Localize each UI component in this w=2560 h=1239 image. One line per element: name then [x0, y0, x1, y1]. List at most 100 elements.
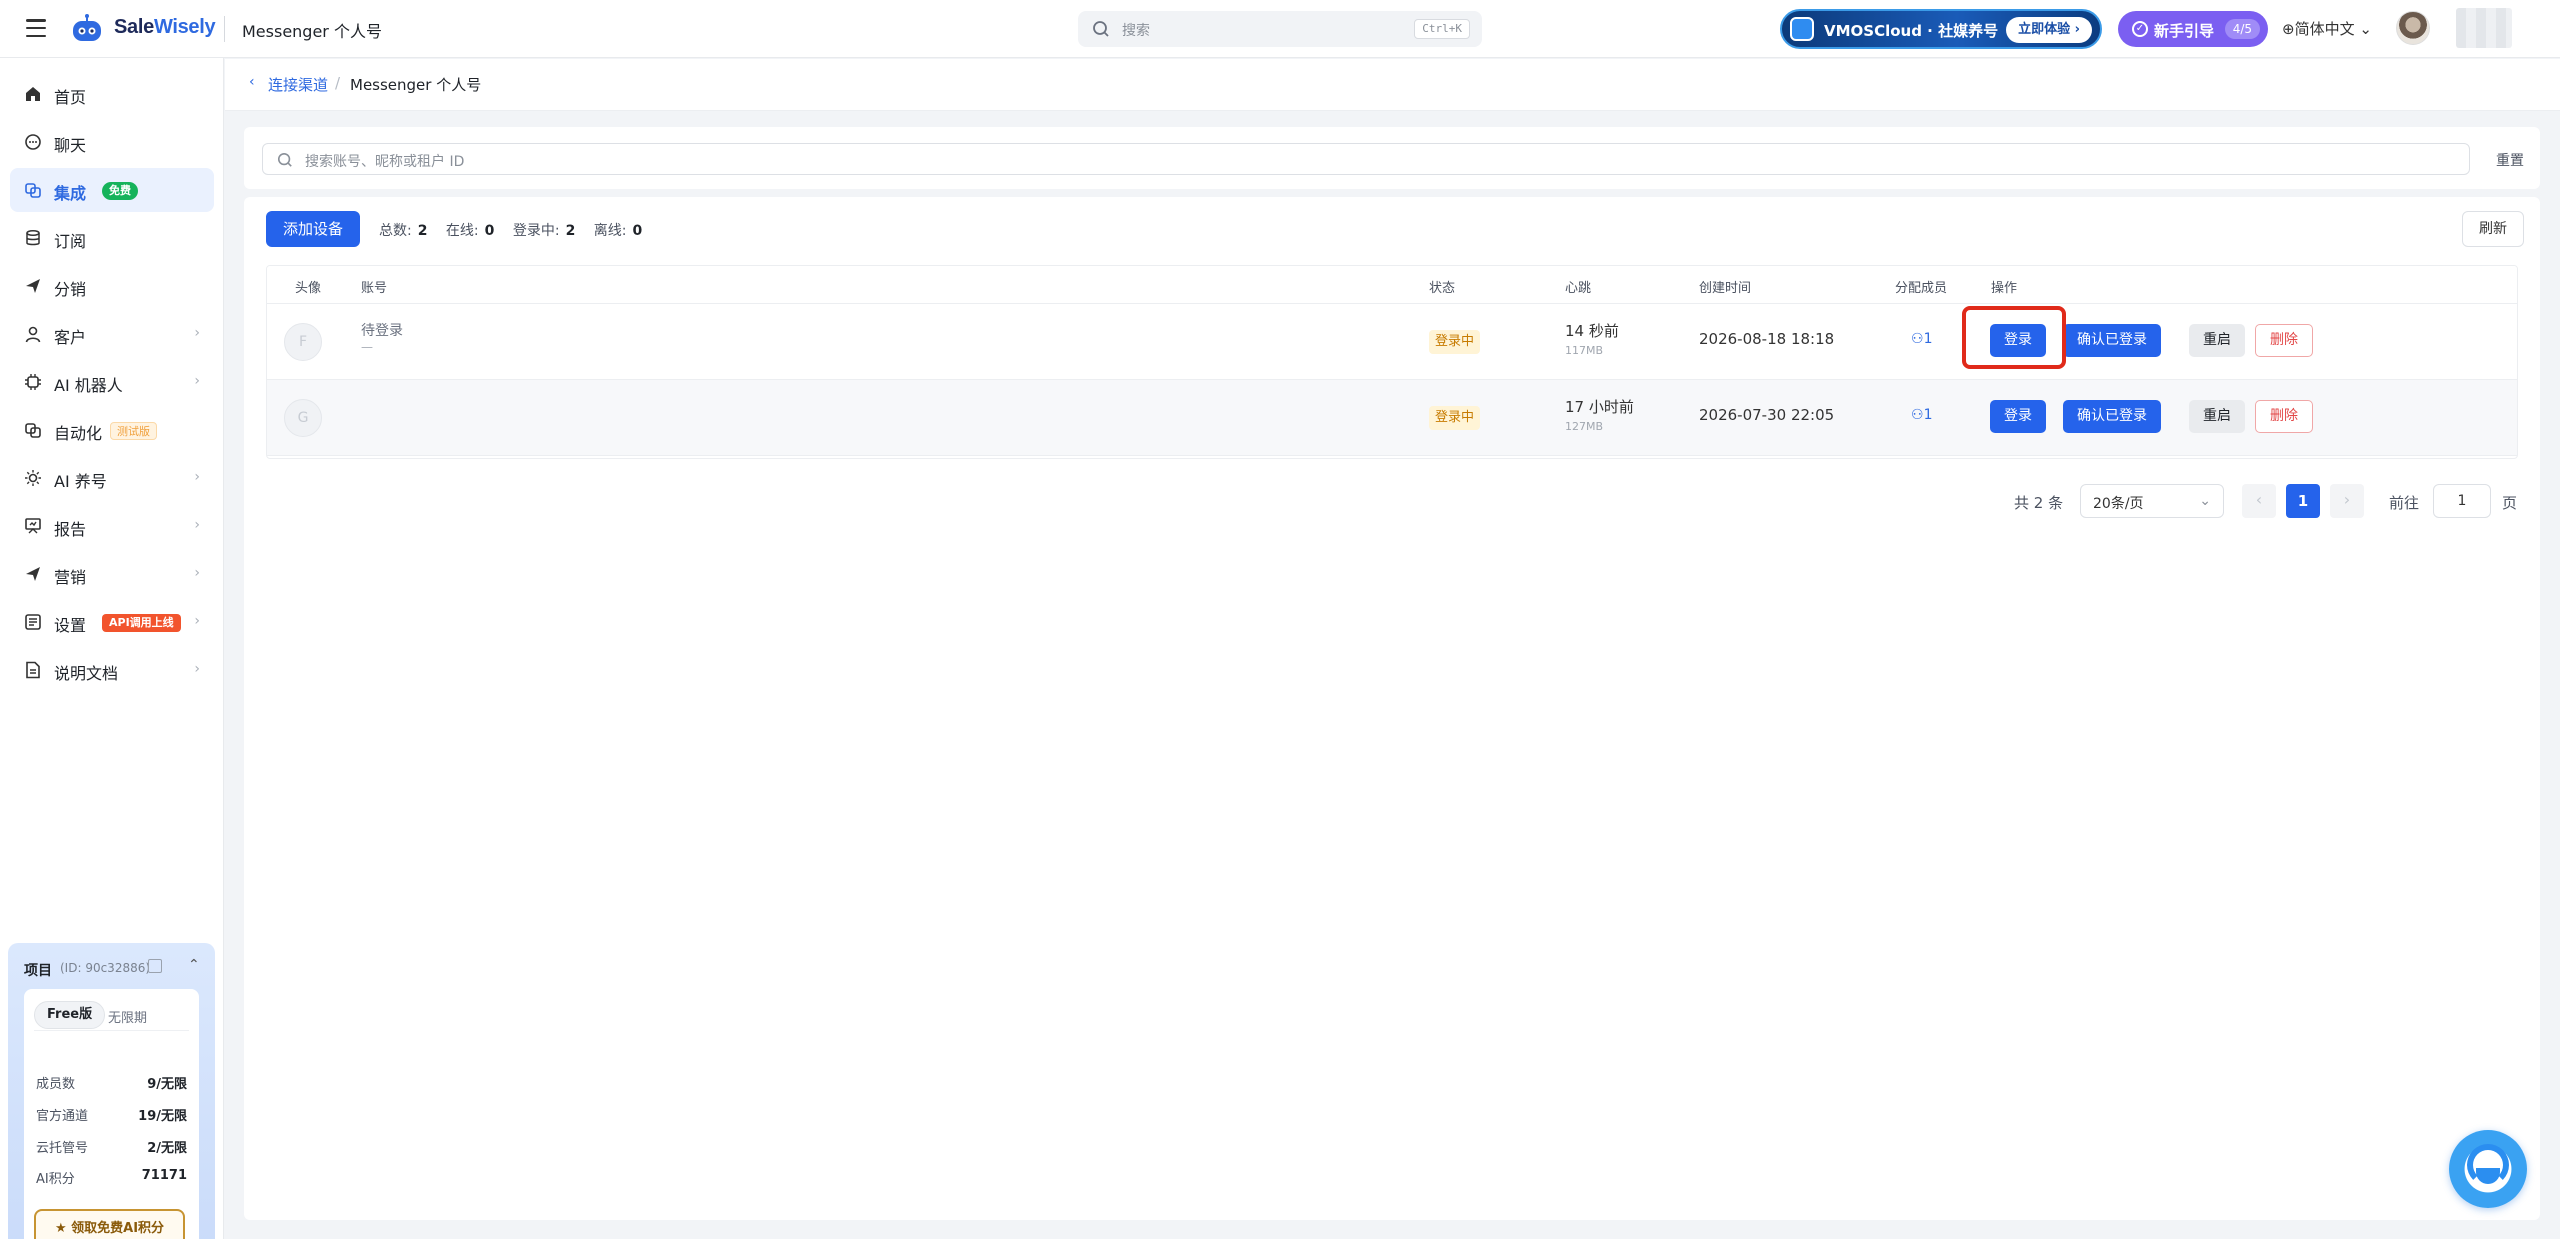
prev-page-button[interactable]: ‹: [2242, 484, 2276, 518]
status-badge: 登录中: [1429, 330, 1481, 354]
plan-free-tab[interactable]: Free版: [34, 1001, 106, 1029]
page-number-current[interactable]: 1: [2286, 484, 2320, 518]
customer-support-button[interactable]: [2449, 1130, 2527, 1208]
refresh-button[interactable]: 刷新: [2462, 211, 2524, 247]
sidebar-item-reports[interactable]: 报告 ›: [10, 504, 214, 548]
guide-label: 新手引导: [2154, 22, 2215, 40]
back-chevron-icon[interactable]: ‹: [249, 74, 255, 90]
add-device-button[interactable]: 添加设备: [266, 211, 361, 247]
confirm-logged-in-button[interactable]: 确认已登录: [2063, 400, 2161, 433]
stat-total-label: 总数:: [379, 223, 412, 239]
user-icon: ⚇: [1911, 407, 1924, 423]
sidebar-item-ai-nurture[interactable]: AI 养号 ›: [10, 456, 214, 500]
user-name-redacted[interactable]: [2456, 8, 2512, 48]
chevron-right-icon: ›: [194, 565, 200, 581]
usage-value: 19/无限: [138, 1109, 187, 1124]
user-icon: ⚇: [1911, 331, 1924, 347]
memory-usage: 127MB: [1565, 420, 1604, 433]
beta-badge: 测试版: [110, 422, 157, 440]
account-search-placeholder: 搜索账号、昵称或租户 ID: [305, 154, 465, 170]
sidebar-item-label: 设置: [54, 616, 87, 635]
heartbeat-time: 14 秒前: [1565, 322, 1619, 340]
page-size-select[interactable]: 20条/页 ⌄: [2080, 484, 2224, 518]
send-icon: [26, 567, 40, 581]
settings-icon: [25, 614, 41, 630]
chevron-right-icon: ›: [194, 517, 200, 533]
copy-icon[interactable]: [148, 959, 162, 973]
chip-icon: [25, 374, 41, 390]
pagination-total: 共 2 条: [2014, 494, 2064, 512]
claim-ai-points-button[interactable]: ★ 领取免费AI积分: [34, 1209, 185, 1239]
device-stats: 总数: 2 在线: 0 登录中: 2 离线: 0: [379, 220, 656, 240]
column-header: 创建时间: [1699, 281, 1752, 296]
sidebar-item-ai-bot[interactable]: AI 机器人 ›: [10, 360, 214, 404]
send-icon: [26, 279, 40, 293]
sidebar-item-home[interactable]: 首页: [10, 72, 214, 116]
restart-button[interactable]: 重启: [2189, 324, 2245, 357]
sidebar-item-label: 客户: [54, 328, 87, 347]
device-avatar: F: [284, 323, 322, 361]
sidebar-item-distribution[interactable]: 分销: [10, 264, 214, 308]
menu-toggle-icon[interactable]: [26, 19, 46, 37]
sidebar-item-settings[interactable]: 设置 API调用上线 ›: [10, 600, 214, 644]
assigned-members[interactable]: ⚇1: [1911, 331, 1932, 347]
plan-period-tab[interactable]: 无限期: [108, 1007, 147, 1026]
column-header: 状态: [1429, 281, 1456, 296]
user-avatar[interactable]: [2396, 11, 2430, 45]
api-launch-badge: API调用上线: [102, 614, 181, 632]
login-button[interactable]: 登录: [1990, 400, 2046, 433]
sidebar-item-label: 聊天: [54, 136, 87, 155]
chevron-right-icon: ›: [194, 613, 200, 629]
assigned-members[interactable]: ⚇1: [1911, 407, 1932, 423]
free-badge: 免费: [102, 182, 138, 200]
table-row: F 待登录 — 登录中 14 秒前 117MB 2026-08-18 18:18…: [267, 304, 2517, 380]
sidebar-item-label: 订阅: [54, 232, 87, 251]
highlight-box: [1962, 306, 2066, 369]
user-icon: [25, 326, 41, 343]
reset-button[interactable]: 重置: [2496, 150, 2524, 170]
search-shortcut-hint: Ctrl+K: [1414, 19, 1470, 39]
column-header: 分配成员: [1895, 281, 1948, 296]
sidebar-item-marketing[interactable]: 营销 ›: [10, 552, 214, 596]
memory-usage: 117MB: [1565, 344, 1604, 357]
project-plan-card: Free版 无限期 成员数 9/无限 官方通道 19/无限 云托管号 2/无限 …: [24, 989, 199, 1239]
sidebar-item-chat[interactable]: 聊天: [10, 120, 214, 164]
restart-button[interactable]: 重启: [2189, 400, 2245, 433]
sidebar-item-label: 首页: [54, 88, 87, 107]
sidebar-item-automation[interactable]: 自动化 测试版: [10, 408, 214, 452]
sidebar-item-subscription[interactable]: 订阅: [10, 216, 214, 260]
integration-icon: [25, 183, 41, 198]
language-selector[interactable]: ⊕简体中文 ⌄: [2282, 18, 2372, 39]
check-circle-icon: ✓: [2132, 21, 2148, 37]
sidebar-item-integration[interactable]: 集成 免费: [10, 168, 214, 212]
top-bar: SaleWisely Messenger 个人号 搜索 Ctrl+K VMOSC…: [0, 0, 2560, 58]
onboarding-guide-button[interactable]: ✓ 新手引导 4/5: [2118, 11, 2268, 47]
sidebar-item-customers[interactable]: 客户 ›: [10, 312, 214, 356]
chevron-down-icon: ⌄: [2354, 20, 2372, 38]
account-search-input[interactable]: 搜索账号、昵称或租户 ID: [262, 143, 2470, 175]
plan-tabs: Free版 无限期: [34, 1001, 189, 1031]
usage-row: AI积分 71171: [36, 1168, 187, 1187]
globe-icon: ⊕: [2282, 20, 2295, 38]
project-title: 项目: [24, 963, 52, 979]
goto-page-input[interactable]: 1: [2433, 484, 2491, 518]
delete-button[interactable]: 删除: [2255, 400, 2313, 433]
breadcrumb-link-channels[interactable]: 连接渠道: [268, 74, 328, 95]
table-header: 头像 账号 状态 心跳 创建时间 分配成员 操作: [267, 266, 2517, 304]
breadcrumb: ‹ 连接渠道 / Messenger 个人号: [225, 59, 2560, 111]
usage-row: 官方通道 19/无限: [36, 1105, 187, 1124]
brand-name[interactable]: SaleWisely: [114, 16, 216, 39]
promo-try-button[interactable]: 立即体验 ›: [2006, 17, 2092, 43]
header-page-name: Messenger 个人号: [242, 22, 382, 41]
confirm-logged-in-button[interactable]: 确认已登录: [2063, 324, 2161, 357]
chat-icon: [25, 134, 41, 150]
chevron-up-icon[interactable]: ⌃: [188, 957, 200, 973]
delete-button[interactable]: 删除: [2255, 324, 2313, 357]
stat-online-label: 在线:: [445, 223, 479, 239]
global-search-input[interactable]: 搜索 Ctrl+K: [1078, 11, 1482, 47]
next-page-button[interactable]: ›: [2330, 484, 2364, 518]
chevron-right-icon: ›: [194, 469, 200, 485]
heartbeat-time: 17 小时前: [1565, 398, 1634, 416]
sidebar-item-docs[interactable]: 说明文档 ›: [10, 648, 214, 692]
vmoscloud-promo-banner[interactable]: VMOSCloud · 社媒养号 立即体验 ›: [1780, 9, 2102, 49]
